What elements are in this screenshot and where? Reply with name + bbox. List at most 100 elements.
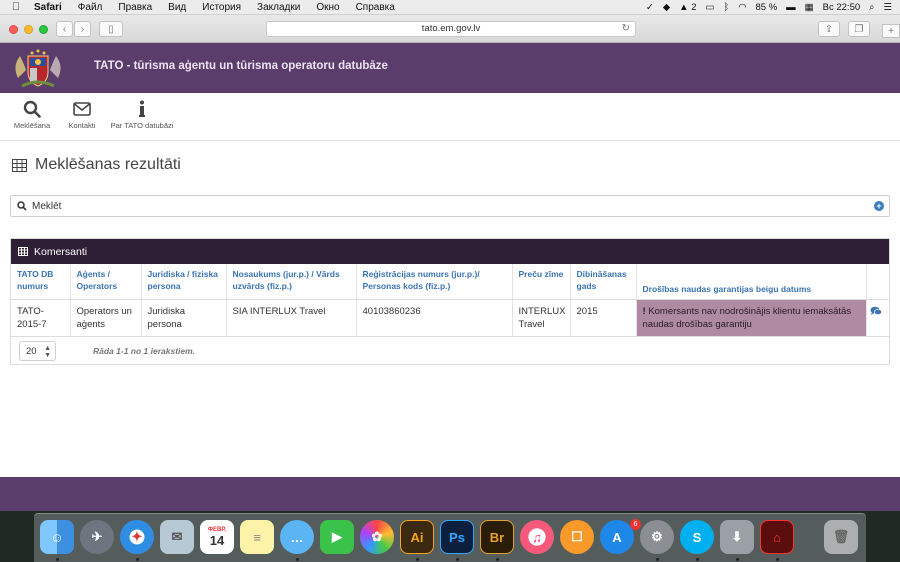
search-toggle-bar[interactable]: Meklēt + (10, 195, 890, 217)
back-button[interactable]: ‹ (56, 21, 73, 37)
new-tab-button[interactable]: + (882, 24, 900, 38)
photoshop-icon[interactable]: Ps (440, 520, 474, 554)
guarantee-warning-text: Komersants nav nodrošinājis klientu iema… (642, 305, 852, 330)
comments-icon[interactable] (870, 306, 882, 316)
table-icon (12, 158, 27, 172)
plus-icon: + (888, 25, 894, 37)
menu-bookmarks[interactable]: Закладки (257, 2, 300, 13)
running-indicator (136, 558, 139, 561)
adobe-status[interactable]: ▲ 2 (679, 2, 696, 13)
macos-menubar:  Safari Файл Правка Вид История Закладк… (0, 0, 900, 15)
url-text: tato.em.gov.lv (421, 23, 481, 34)
notes-icon[interactable]: ≡ (240, 520, 274, 554)
sidebar-button[interactable]: ▯ (99, 21, 123, 37)
menu-window[interactable]: Окно (316, 2, 339, 13)
illustrator-icon[interactable]: Ai (400, 520, 434, 554)
column-header-founded[interactable]: Dibināšanas gads (570, 264, 637, 300)
app-store-badge: 6 (630, 519, 641, 530)
fullscreen-window-button[interactable] (39, 25, 48, 34)
running-indicator (656, 558, 659, 561)
main-nav: Meklēšana Kontakti Par TATO datubāzi (0, 93, 900, 141)
column-header-tato-nr[interactable]: TATO DB numurs (11, 264, 71, 300)
search-icon (17, 201, 27, 211)
menu-edit[interactable]: Правка (118, 2, 152, 13)
check-icon[interactable]: ✓ (646, 2, 654, 13)
photos-icon[interactable]: ✿ (360, 520, 394, 554)
skype-icon[interactable]: S (680, 520, 714, 554)
menu-help[interactable]: Справка (356, 2, 395, 13)
nav-item-about[interactable]: Par TATO datubāzi (108, 99, 176, 130)
clock[interactable]: Вс 22:50 (823, 2, 861, 13)
finder-icon[interactable]: ☺ (40, 520, 74, 554)
adobe-icon: ▲ (679, 2, 689, 13)
apple-menu-icon[interactable]:  (6, 1, 26, 13)
notification-center-icon[interactable]: ☰ (883, 2, 892, 13)
minimize-window-button[interactable] (24, 25, 33, 34)
table-header-row: TATO DB numurs Aģents / Operators Juridi… (11, 264, 889, 300)
bluetooth-icon[interactable]: ᛒ (724, 2, 730, 13)
column-header-agent-operator[interactable]: Aģents / Operators (70, 264, 142, 300)
nav-item-label: Meklēšana (13, 121, 51, 130)
page-size-select[interactable]: 20 ▲ ▼ (19, 340, 56, 361)
system-preferences-icon[interactable]: ⚙ (640, 520, 674, 554)
select-arrows-icon: ▲ ▼ (44, 344, 51, 359)
results-panel-title: Komersanti (34, 245, 88, 258)
close-window-button[interactable] (9, 25, 18, 34)
reload-icon[interactable]: ↻ (622, 22, 630, 36)
safari-icon[interactable]: ✦ (120, 520, 154, 554)
bridge-icon[interactable]: Br (480, 520, 514, 554)
menu-file[interactable]: Файл (78, 2, 103, 13)
page-title: Meklēšanas rezultāti (12, 156, 181, 174)
table-row: TATO-2015-7 Operators un aģents Juridisk… (11, 299, 889, 337)
coat-of-arms-logo[interactable] (10, 48, 66, 90)
flag-icon[interactable]: ▦ (805, 2, 814, 13)
expand-plus-icon[interactable]: + (874, 201, 884, 211)
share-icon: ⇪ (824, 23, 834, 35)
calendar-day: 14 (209, 533, 225, 548)
results-table: TATO DB numurs Aģents / Operators Juridi… (11, 264, 889, 337)
itunes-icon[interactable]: ♫ (520, 520, 554, 554)
nav-item-label: Par TATO datubāzi (110, 121, 174, 130)
app-store-icon[interactable]: A (600, 520, 634, 554)
browser-toolbar: ‹ › ▯ tato.em.gov.lv ↻ ⇪ ❐ + (0, 15, 900, 43)
cell-trademark: INTERLUX Travel (512, 299, 571, 337)
ibooks-icon[interactable]: ☐ (560, 520, 594, 554)
installer-icon[interactable]: ⬇ (720, 520, 754, 554)
chevron-left-icon: ‹ (62, 23, 67, 35)
display-icon[interactable]: ▭ (706, 2, 715, 13)
mail-icon[interactable]: ✉ (160, 520, 194, 554)
running-indicator (496, 558, 499, 561)
wifi-icon[interactable]: ◠ (738, 2, 746, 13)
address-bar[interactable]: tato.em.gov.lv ↻ (266, 21, 636, 37)
calendar-icon[interactable]: ФЕВР. 14 (200, 520, 234, 554)
share-button[interactable]: ⇪ (818, 21, 840, 37)
column-header-trademark[interactable]: Preču zīme (512, 264, 571, 300)
tabs-overview-button[interactable]: ❐ (848, 21, 870, 37)
chevron-right-icon: › (80, 23, 85, 35)
column-header-person-type[interactable]: Juridiska / fiziska persona (141, 264, 227, 300)
menu-safari[interactable]: Safari (34, 2, 62, 13)
facetime-icon[interactable]: ▶ (320, 520, 354, 554)
cell-founded: 2015 (570, 299, 637, 337)
column-header-reg-nr[interactable]: Reģistrācijas numurs (jur.p.)/ Personas … (356, 264, 513, 300)
trash-icon[interactable]: 🗑 (824, 520, 858, 554)
dropbox-icon[interactable]: ◆ (663, 2, 670, 13)
column-header-name[interactable]: Nosaukums (jur.p.) / Vārds uzvārds (fiz.… (226, 264, 357, 300)
battery-percent[interactable]: 85 % (756, 2, 778, 13)
forward-button[interactable]: › (74, 21, 91, 37)
menu-view[interactable]: Вид (168, 2, 186, 13)
nav-item-search[interactable]: Meklēšana (12, 99, 52, 130)
site-title: TATO - tūrisma aģentu un tūrisma operato… (94, 60, 388, 72)
launchpad-icon[interactable]: ✈ (80, 520, 114, 554)
spotlight-icon[interactable]: ⌕ (869, 2, 874, 13)
messages-icon[interactable]: … (280, 520, 314, 554)
cell-reg-nr: 40103860236 (356, 299, 513, 337)
acrobat-icon[interactable]: ⌂ (760, 520, 794, 554)
dock: ☺ ✈ ✦ ✉ ФЕВР. 14 ≡ … ▶ ✿ Ai Ps Br ♫ ☐ A … (34, 513, 866, 562)
column-header-guarantee[interactable]: Drošības naudas garantijas beigu datums (636, 264, 867, 300)
adobe-count: 2 (691, 2, 697, 13)
menu-history[interactable]: История (202, 2, 241, 13)
battery-icon[interactable]: ▬ (786, 2, 796, 13)
running-indicator (456, 558, 459, 561)
nav-item-contacts[interactable]: Kontakti (62, 99, 102, 130)
